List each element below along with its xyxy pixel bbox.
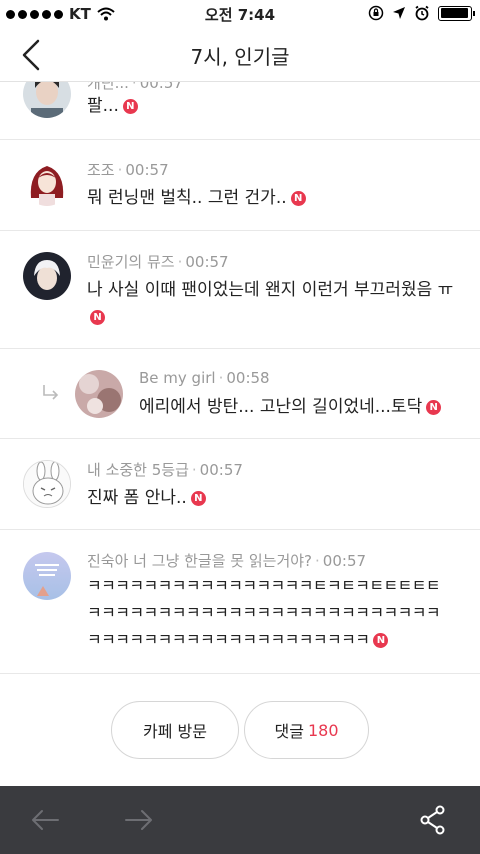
new-badge: N — [426, 400, 442, 415]
new-badge: N — [290, 191, 306, 206]
comment-author[interactable]: 조조 — [87, 161, 115, 179]
reply-arrow-icon — [43, 385, 59, 400]
rotation-lock-icon — [368, 5, 384, 21]
comment-meta: Be my girl · 00:58 — [139, 369, 270, 387]
comment-author[interactable]: Be my girl — [139, 369, 216, 387]
avatar[interactable] — [23, 552, 71, 600]
reply-item: Be my girl · 00:58 에리에서 방탄... 고난의 길이었네...토… — [0, 349, 480, 439]
comment-time: 00:57 — [322, 552, 367, 570]
comment-meta: 캐틴... · 00:57 — [87, 82, 183, 93]
comment-author[interactable]: 민윤기의 뮤즈 — [87, 253, 175, 271]
alarm-icon — [415, 5, 429, 21]
comment-item: 민윤기의 뮤즈 · 00:57 나 사실 이때 팬이었는데 왠지 이런거 부끄러웠음… — [0, 231, 480, 349]
cafe-visit-button[interactable]: 카페 방문 — [111, 701, 239, 759]
back-arrow-icon[interactable] — [30, 808, 60, 832]
comment-author[interactable]: 진숙아 너 그냥 한글을 못 읽는거야? — [87, 552, 312, 570]
new-badge: N — [190, 491, 206, 506]
avatar[interactable] — [23, 158, 71, 206]
comment-time: 00:58 — [226, 369, 270, 387]
comment-meta: 조조 · 00:57 — [87, 161, 169, 179]
comment-text: 에리에서 방탄... 고난의 길이었네...토닥 N — [139, 394, 442, 421]
comment-list[interactable]: 캐틴... · 00:57 팔... N 조조 · 00:57 뭐 런닝맨 벌칙.. 그런… — [0, 82, 480, 786]
comment-text: 나 사실 이때 팬이었는데 왠지 이런거 부끄러웠음 ㅠN — [87, 280, 454, 325]
comment-item: 캐틴... · 00:57 팔... N — [0, 82, 480, 140]
comment-item: 조조 · 00:57 뭐 런닝맨 벌칙.. 그런 건가.. N — [0, 140, 480, 231]
comment-time: 00:57 — [139, 82, 183, 92]
comment-item: 내 소중한 5등급 · 00:57 진짜 폼 안나.. N — [0, 439, 480, 530]
comment-count: 180 — [307, 720, 339, 740]
battery-icon — [438, 5, 475, 21]
comment-meta: 내 소중한 5등급 · 00:57 — [87, 461, 243, 479]
comment-meta: 진숙아 너 그냥 한글을 못 읽는거야? · 00:57 — [87, 552, 367, 570]
avatar[interactable] — [23, 82, 71, 118]
new-badge: N — [90, 310, 105, 325]
comment-time: 00:57 — [125, 161, 169, 179]
avatar[interactable] — [75, 370, 123, 418]
avatar[interactable] — [23, 252, 71, 300]
avatar[interactable] — [23, 460, 71, 508]
page-title: 7시, 인기글 — [190, 45, 290, 69]
comment-time: 00:57 — [199, 461, 243, 479]
location-icon — [393, 7, 405, 19]
new-badge: N — [373, 633, 389, 648]
battery-level — [440, 8, 469, 18]
comment-text: 팔... N — [87, 93, 138, 120]
comment-time: 00:57 — [185, 253, 229, 271]
comments-button[interactable]: 댓글 180 — [244, 701, 369, 759]
comment-author[interactable]: 캐틴... — [87, 82, 129, 92]
forward-arrow-icon[interactable] — [124, 808, 154, 832]
comment-author[interactable]: 내 소중한 5등급 — [87, 461, 189, 479]
comment-text: 뭐 런닝맨 벌칙.. 그런 건가.. N — [87, 185, 306, 212]
comment-meta: 민윤기의 뮤즈 · 00:57 — [87, 253, 229, 271]
comment-item: 진숙아 너 그냥 한글을 못 읽는거야? · 00:57 ㅋㅋㅋㅋㅋㅋㅋㅋㅋㅋㅋㅋㅋ… — [0, 530, 480, 674]
navigation-bar: 7시, 인기글 — [0, 28, 480, 82]
bottom-toolbar — [0, 786, 480, 854]
status-bar: KT 오전 7:44 — [0, 0, 480, 28]
comment-text: 진짜 폼 안나.. N — [87, 485, 206, 512]
share-icon[interactable] — [420, 805, 446, 835]
new-badge: N — [122, 99, 138, 114]
comment-text: ㅋㅋㅋㅋㅋㅋㅋㅋㅋㅋㅋㅋㅋㅋㅋㅋㅌㅋㅌㅋㅌㅌㅌㅌㅌ ㅋㅋㅋㅋㅋㅋㅋㅋㅋㅋㅋㅋㅋㅋ… — [87, 576, 441, 649]
